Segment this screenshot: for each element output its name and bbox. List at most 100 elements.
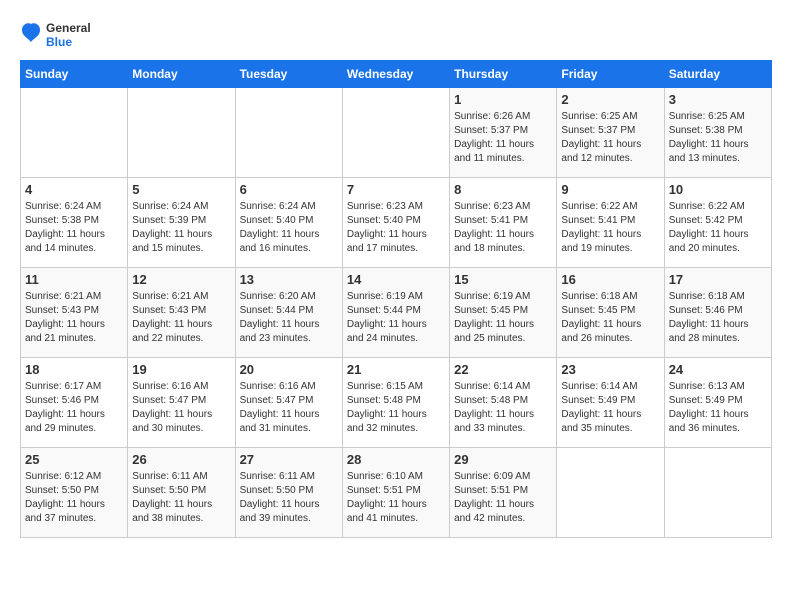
header-row: SundayMondayTuesdayWednesdayThursdayFrid… <box>21 61 772 88</box>
day-number: 23 <box>561 362 659 377</box>
day-number: 9 <box>561 182 659 197</box>
header-cell-sunday: Sunday <box>21 61 128 88</box>
day-number: 8 <box>454 182 552 197</box>
day-info: Sunrise: 6:21 AM Sunset: 5:43 PM Dayligh… <box>132 290 230 346</box>
week-row-1: 1Sunrise: 6:26 AM Sunset: 5:37 PM Daylig… <box>21 88 772 178</box>
day-info: Sunrise: 6:24 AM Sunset: 5:38 PM Dayligh… <box>25 200 123 256</box>
day-cell: 26Sunrise: 6:11 AM Sunset: 5:50 PM Dayli… <box>128 448 235 538</box>
header-cell-monday: Monday <box>128 61 235 88</box>
day-cell: 5Sunrise: 6:24 AM Sunset: 5:39 PM Daylig… <box>128 178 235 268</box>
day-cell: 2 Sunrise: 6:25 AM Sunset: 5:37 PM Daylig… <box>557 88 664 178</box>
day-cell <box>342 88 449 178</box>
day-number: 16 <box>561 272 659 287</box>
day-number: 13 <box>240 272 338 287</box>
day-info: Sunrise: 6:13 AM Sunset: 5:49 PM Dayligh… <box>669 380 767 436</box>
day-number: 3 <box>669 92 767 107</box>
day-number: 18 <box>25 362 123 377</box>
logo-container: General Blue <box>20 20 91 50</box>
day-number: 4 <box>25 182 123 197</box>
day-number: 22 <box>454 362 552 377</box>
day-cell: 4 Sunrise: 6:24 AM Sunset: 5:38 PM Daylig… <box>21 178 128 268</box>
day-number: 24 <box>669 362 767 377</box>
day-cell: 29 Sunrise: 6:09 AM Sunset: 5:51 PM Dayli… <box>450 448 557 538</box>
day-info: Sunrise: 6:23 AM Sunset: 5:40 PM Dayligh… <box>347 200 445 256</box>
day-number: 2 <box>561 92 659 107</box>
week-row-4: 18 Sunrise: 6:17 AM Sunset: 5:46 PM Dayli… <box>21 358 772 448</box>
week-row-3: 11 Sunrise: 6:21 AM Sunset: 5:43 PM Dayli… <box>21 268 772 358</box>
day-cell: 13Sunrise: 6:20 AM Sunset: 5:44 PM Dayli… <box>235 268 342 358</box>
day-cell: 23 Sunrise: 6:14 AM Sunset: 5:49 PM Dayli… <box>557 358 664 448</box>
day-info: Sunrise: 6:25 AM Sunset: 5:37 PM Dayligh… <box>561 110 659 166</box>
header-cell-tuesday: Tuesday <box>235 61 342 88</box>
day-cell: 14 Sunrise: 6:19 AM Sunset: 5:44 PM Dayli… <box>342 268 449 358</box>
day-cell <box>557 448 664 538</box>
day-number: 7 <box>347 182 445 197</box>
day-info: Sunrise: 6:19 AM Sunset: 5:45 PM Dayligh… <box>454 290 552 346</box>
logo-blue: Blue <box>46 35 91 49</box>
header-cell-saturday: Saturday <box>664 61 771 88</box>
day-number: 6 <box>240 182 338 197</box>
header-cell-wednesday: Wednesday <box>342 61 449 88</box>
day-cell: 21Sunrise: 6:15 AM Sunset: 5:48 PM Dayli… <box>342 358 449 448</box>
day-cell <box>664 448 771 538</box>
day-cell: 6 Sunrise: 6:24 AM Sunset: 5:40 PM Daylig… <box>235 178 342 268</box>
day-info: Sunrise: 6:11 AM Sunset: 5:50 PM Dayligh… <box>132 470 230 526</box>
calendar-table: SundayMondayTuesdayWednesdayThursdayFrid… <box>20 60 772 538</box>
day-cell: 12Sunrise: 6:21 AM Sunset: 5:43 PM Dayli… <box>128 268 235 358</box>
day-number: 11 <box>25 272 123 287</box>
day-cell: 3 Sunrise: 6:25 AM Sunset: 5:38 PM Daylig… <box>664 88 771 178</box>
day-info: Sunrise: 6:09 AM Sunset: 5:51 PM Dayligh… <box>454 470 552 526</box>
day-number: 5 <box>132 182 230 197</box>
day-info: Sunrise: 6:10 AM Sunset: 5:51 PM Dayligh… <box>347 470 445 526</box>
day-number: 17 <box>669 272 767 287</box>
day-number: 28 <box>347 452 445 467</box>
day-cell: 11 Sunrise: 6:21 AM Sunset: 5:43 PM Dayli… <box>21 268 128 358</box>
day-cell: 15 Sunrise: 6:19 AM Sunset: 5:45 PM Dayli… <box>450 268 557 358</box>
day-number: 20 <box>240 362 338 377</box>
page-header: General Blue <box>20 20 772 50</box>
day-cell <box>128 88 235 178</box>
day-info: Sunrise: 6:14 AM Sunset: 5:48 PM Dayligh… <box>454 380 552 436</box>
day-number: 14 <box>347 272 445 287</box>
header-cell-friday: Friday <box>557 61 664 88</box>
day-number: 10 <box>669 182 767 197</box>
day-cell <box>21 88 128 178</box>
day-cell: 16 Sunrise: 6:18 AM Sunset: 5:45 PM Dayli… <box>557 268 664 358</box>
day-cell: 28 Sunrise: 6:10 AM Sunset: 5:51 PM Dayli… <box>342 448 449 538</box>
day-info: Sunrise: 6:21 AM Sunset: 5:43 PM Dayligh… <box>25 290 123 346</box>
day-cell: 24 Sunrise: 6:13 AM Sunset: 5:49 PM Dayli… <box>664 358 771 448</box>
day-info: Sunrise: 6:11 AM Sunset: 5:50 PM Dayligh… <box>240 470 338 526</box>
day-number: 15 <box>454 272 552 287</box>
day-info: Sunrise: 6:18 AM Sunset: 5:45 PM Dayligh… <box>561 290 659 346</box>
day-number: 21 <box>347 362 445 377</box>
day-info: Sunrise: 6:12 AM Sunset: 5:50 PM Dayligh… <box>25 470 123 526</box>
day-info: Sunrise: 6:22 AM Sunset: 5:41 PM Dayligh… <box>561 200 659 256</box>
day-cell: 9 Sunrise: 6:22 AM Sunset: 5:41 PM Daylig… <box>557 178 664 268</box>
day-cell: 18 Sunrise: 6:17 AM Sunset: 5:46 PM Dayli… <box>21 358 128 448</box>
day-number: 25 <box>25 452 123 467</box>
day-cell: 27 Sunrise: 6:11 AM Sunset: 5:50 PM Dayli… <box>235 448 342 538</box>
day-info: Sunrise: 6:16 AM Sunset: 5:47 PM Dayligh… <box>240 380 338 436</box>
day-info: Sunrise: 6:18 AM Sunset: 5:46 PM Dayligh… <box>669 290 767 346</box>
calendar-body: 1Sunrise: 6:26 AM Sunset: 5:37 PM Daylig… <box>21 88 772 538</box>
day-info: Sunrise: 6:14 AM Sunset: 5:49 PM Dayligh… <box>561 380 659 436</box>
logo-general: General <box>46 21 91 35</box>
logo: General Blue <box>20 20 91 50</box>
day-info: Sunrise: 6:25 AM Sunset: 5:38 PM Dayligh… <box>669 110 767 166</box>
week-row-5: 25 Sunrise: 6:12 AM Sunset: 5:50 PM Dayli… <box>21 448 772 538</box>
day-info: Sunrise: 6:19 AM Sunset: 5:44 PM Dayligh… <box>347 290 445 346</box>
calendar-header: SundayMondayTuesdayWednesdayThursdayFrid… <box>21 61 772 88</box>
day-cell <box>235 88 342 178</box>
day-number: 29 <box>454 452 552 467</box>
day-info: Sunrise: 6:24 AM Sunset: 5:40 PM Dayligh… <box>240 200 338 256</box>
day-info: Sunrise: 6:22 AM Sunset: 5:42 PM Dayligh… <box>669 200 767 256</box>
day-number: 1 <box>454 92 552 107</box>
day-info: Sunrise: 6:16 AM Sunset: 5:47 PM Dayligh… <box>132 380 230 436</box>
day-number: 27 <box>240 452 338 467</box>
day-number: 19 <box>132 362 230 377</box>
week-row-2: 4 Sunrise: 6:24 AM Sunset: 5:38 PM Daylig… <box>21 178 772 268</box>
day-cell: 20 Sunrise: 6:16 AM Sunset: 5:47 PM Dayli… <box>235 358 342 448</box>
day-cell: 17 Sunrise: 6:18 AM Sunset: 5:46 PM Dayli… <box>664 268 771 358</box>
day-cell: 7 Sunrise: 6:23 AM Sunset: 5:40 PM Daylig… <box>342 178 449 268</box>
day-info: Sunrise: 6:17 AM Sunset: 5:46 PM Dayligh… <box>25 380 123 436</box>
